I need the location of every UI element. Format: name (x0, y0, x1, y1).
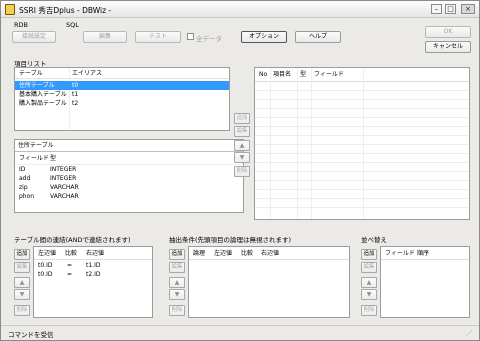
field-type: VARCHAR (50, 184, 79, 191)
item-delete-button[interactable]: 削除 (234, 166, 250, 177)
item-add-button[interactable]: 追加 (234, 113, 250, 124)
filter-edit-button[interactable]: 編集 (169, 262, 185, 273)
table-alias: t2 (72, 100, 79, 107)
cancel-button[interactable]: キャンセル (425, 41, 471, 53)
column-header-type: 型 (300, 71, 307, 78)
sort-label: 並べ替え (361, 236, 387, 244)
sort-edit-button[interactable]: 編集 (361, 262, 377, 273)
app-icon (5, 4, 15, 15)
table-name: 購入製品テーブル (19, 100, 67, 107)
table-name: 住所テーブル (19, 82, 55, 89)
join-label: テーブル間の連結(ANDで連結されます) (14, 236, 131, 244)
all-data-checkbox[interactable] (187, 33, 194, 40)
field-type: INTEGER (50, 175, 77, 182)
item-move-up-button[interactable]: ▲ (234, 140, 250, 151)
ok-button[interactable]: OK (425, 26, 471, 38)
table-name: 基本購入テーブル (19, 91, 67, 98)
column-header-type: 型 (50, 155, 57, 162)
rdb-settings-button[interactable]: 接続設定 (12, 31, 56, 43)
join-move-up-button[interactable]: ▲ (14, 277, 30, 288)
join-left-value[interactable]: t0.ID (38, 261, 52, 270)
field-table[interactable]: 住所テーブル t0 フィールド 型 ID INTEGER add INTEGER… (14, 139, 244, 213)
column-header-field: フィールド (19, 155, 49, 162)
column-header-logic: 論理 (193, 250, 206, 257)
all-data-label: 全データ (196, 35, 222, 43)
sort-move-up-button[interactable]: ▲ (361, 277, 377, 288)
column-header-compare: 比較 (65, 250, 78, 257)
column-header-compare: 比較 (241, 250, 254, 257)
sql-label: SQL (66, 21, 79, 29)
field-table-title: 住所テーブル (18, 142, 54, 149)
join-operator: = (67, 262, 73, 269)
column-header-no: No (259, 71, 268, 78)
column-header-field: フィールド (385, 250, 415, 257)
item-edit-button[interactable]: 編集 (234, 126, 250, 137)
column-header-left: 左辺値 (214, 250, 233, 257)
sql-test-button[interactable]: テスト (135, 31, 181, 43)
minimize-button[interactable]: – (431, 4, 442, 14)
main-window: SSRI 秀吉Dplus - DBWiz - – □ × RDB 接続設定 SQ… (0, 0, 480, 341)
filter-move-up-button[interactable]: ▲ (169, 277, 185, 288)
table-row-basic-purchase[interactable]: 基本購入テーブル t1 (15, 90, 229, 99)
option-button[interactable]: オプション (241, 31, 287, 43)
field-name[interactable]: zip (19, 183, 28, 192)
title-bar: SSRI 秀吉Dplus - DBWiz - – □ × (1, 1, 479, 18)
field-name[interactable]: ID (19, 165, 25, 174)
sql-edit-button[interactable]: 編集 (83, 31, 127, 43)
column-header-field: フィールド (314, 71, 344, 78)
resize-grip-icon[interactable]: ⋰ (466, 329, 473, 337)
window-title: SSRI 秀吉Dplus - DBWiz - (19, 6, 112, 15)
sort-move-down-button[interactable]: ▼ (361, 289, 377, 300)
sort-list[interactable]: フィールド 順序 (380, 246, 470, 318)
table-list-header: テーブル エイリアス (15, 68, 229, 79)
field-type: INTEGER (50, 166, 77, 173)
column-header-left: 左辺値 (38, 250, 57, 257)
column-header-right: 右辺値 (86, 250, 105, 257)
join-move-down-button[interactable]: ▼ (14, 289, 30, 300)
join-right-value: t2.ID (86, 271, 101, 278)
maximize-button[interactable]: □ (445, 4, 456, 14)
filter-label: 抽出条件(先頭項目の論理は無視されます) (169, 236, 292, 244)
sort-add-button[interactable]: 追加 (361, 249, 377, 260)
join-delete-button[interactable]: 削除 (14, 305, 30, 316)
status-bar: コマンドを受信 ⋰ (1, 325, 479, 340)
status-text: コマンドを受信 (8, 331, 54, 339)
join-list[interactable]: 左辺値 比較 右辺値 t0.ID = t1.ID t0.ID = t2.ID (33, 246, 153, 318)
field-name[interactable]: phon (19, 192, 34, 201)
table-row-purchase-product[interactable]: 購入製品テーブル t2 (15, 99, 229, 108)
filter-delete-button[interactable]: 削除 (169, 305, 185, 316)
table-alias: t1 (72, 91, 79, 98)
sort-delete-button[interactable]: 削除 (361, 305, 377, 316)
join-add-button[interactable]: 追加 (14, 249, 30, 260)
column-header-alias: エイリアス (72, 70, 103, 77)
join-right-value: t1.ID (86, 262, 101, 269)
filter-add-button[interactable]: 追加 (169, 249, 185, 260)
join-left-value[interactable]: t0.ID (38, 270, 52, 279)
join-operator: = (67, 271, 73, 278)
field-name[interactable]: add (19, 174, 30, 183)
filter-move-down-button[interactable]: ▼ (169, 289, 185, 300)
close-button[interactable]: × (461, 4, 475, 14)
join-edit-button[interactable]: 編集 (14, 262, 30, 273)
table-alias: t0 (72, 82, 79, 89)
table-list[interactable]: テーブル エイリアス 住所テーブル t0 基本購入テーブル t1 購入製品テーブ… (14, 67, 230, 131)
selected-items-list[interactable]: No 項目名 型 フィールド (254, 67, 470, 220)
column-header-table: テーブル (19, 70, 43, 77)
field-type: VARCHAR (50, 193, 79, 200)
rdb-label: RDB (14, 21, 28, 29)
filter-list[interactable]: 論理 左辺値 比較 右辺値 (188, 246, 350, 318)
column-header-order: 順序 (417, 250, 430, 257)
table-row-address[interactable]: 住所テーブル t0 (15, 81, 229, 90)
column-header-right: 右辺値 (261, 250, 280, 257)
item-move-down-button[interactable]: ▼ (234, 152, 250, 163)
column-header-item-name: 項目名 (273, 71, 292, 78)
help-button[interactable]: ヘルプ (295, 31, 341, 43)
